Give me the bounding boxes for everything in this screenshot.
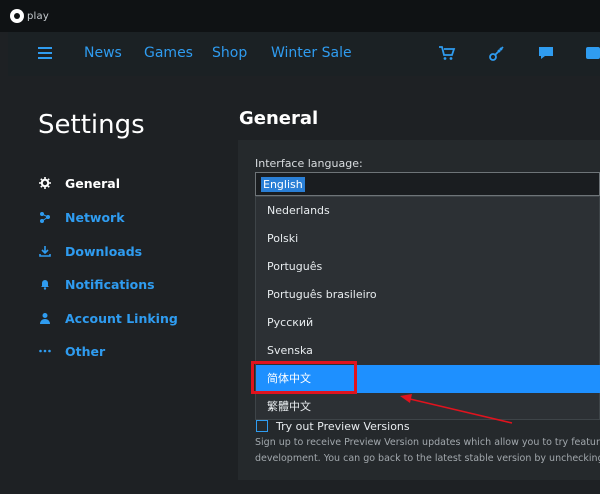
preview-label: Try out Preview Versions: [276, 420, 410, 433]
preview-description-line: development. You can go back to the late…: [255, 453, 600, 464]
preview-description-line: Sign up to receive Preview Version updat…: [255, 437, 600, 448]
preview-checkbox[interactable]: [256, 420, 268, 432]
